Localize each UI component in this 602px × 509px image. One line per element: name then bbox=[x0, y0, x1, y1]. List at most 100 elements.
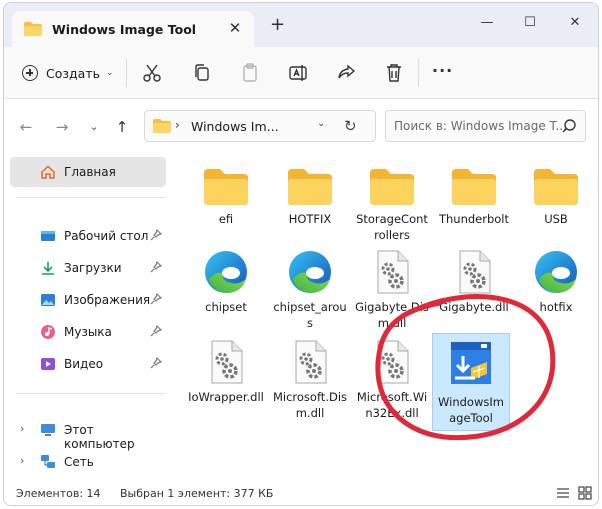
file-name: IoWrapper.dll bbox=[188, 390, 264, 404]
file-item[interactable]: Gigabyte.Dism.dll bbox=[354, 249, 430, 331]
settings-file-icon bbox=[459, 250, 491, 294]
file-item[interactable]: HOTFIX bbox=[272, 167, 348, 227]
sidebar-item-desktop[interactable]: Рабочий стол bbox=[10, 221, 166, 251]
close-icon[interactable]: ✕ bbox=[226, 19, 244, 37]
paste-icon[interactable] bbox=[238, 61, 262, 85]
address-row: ← → ⌄ ↑ › Windows Im... ⌄ ↻ Поиск в: Win… bbox=[4, 99, 598, 153]
file-item[interactable]: Microsoft.Win32Ex.dll bbox=[354, 339, 430, 421]
close-window-button[interactable]: ✕ bbox=[560, 13, 590, 33]
toolbar-divider bbox=[126, 59, 127, 87]
file-name: Microsoft.Dism.dll bbox=[272, 390, 348, 420]
pin-icon[interactable] bbox=[150, 261, 162, 273]
file-list: efi HOTFIX StorageControllers Thunderbolt US… bbox=[174, 153, 598, 477]
network-icon bbox=[41, 455, 55, 468]
file-item[interactable]: StorageControllers bbox=[354, 167, 430, 243]
large-icons-view-icon[interactable] bbox=[578, 486, 592, 500]
sidebar-item-label: Рабочий стол bbox=[64, 229, 149, 243]
file-name: chipset_arous bbox=[273, 300, 347, 330]
new-tab-button[interactable]: + bbox=[270, 16, 285, 34]
sidebar-item-label: Главная bbox=[64, 165, 116, 179]
file-name: USB bbox=[544, 212, 568, 226]
sidebar-item-music[interactable]: Музыка bbox=[10, 317, 166, 347]
settings-file-icon bbox=[295, 340, 327, 384]
more-options-icon[interactable]: ··· bbox=[432, 61, 453, 80]
sidebar-item-network[interactable]: › Сеть bbox=[10, 447, 166, 477]
pictures-icon bbox=[41, 294, 55, 306]
folder-icon bbox=[534, 169, 578, 205]
selection-info: Выбран 1 элемент: 377 КБ bbox=[120, 487, 274, 500]
sidebar-item-label: Загрузки bbox=[64, 261, 122, 275]
file-item[interactable]: Thunderbolt bbox=[436, 167, 512, 227]
settings-file-icon bbox=[377, 250, 409, 294]
plus-circle-icon bbox=[22, 65, 38, 81]
chevron-right-icon[interactable]: › bbox=[20, 422, 24, 435]
forward-arrow-icon[interactable]: → bbox=[52, 117, 72, 137]
command-bar: Создать ⌄ ··· bbox=[4, 47, 598, 99]
search-box[interactable]: Поиск в: Windows Image T... bbox=[385, 110, 586, 142]
chevron-down-icon: ⌄ bbox=[105, 68, 114, 78]
file-name: hotfix bbox=[539, 300, 573, 314]
copy-icon[interactable] bbox=[190, 61, 214, 85]
rename-icon[interactable] bbox=[286, 61, 310, 85]
pin-icon[interactable] bbox=[150, 357, 162, 369]
sidebar-item-downloads[interactable]: Загрузки bbox=[10, 253, 166, 283]
settings-file-icon bbox=[377, 340, 409, 384]
address-bar[interactable]: › Windows Im... ⌄ bbox=[144, 110, 376, 142]
sidebar-item-pictures[interactable]: Изображения bbox=[10, 285, 166, 315]
sidebar-divider bbox=[16, 197, 166, 198]
file-item[interactable]: IoWrapper.dll bbox=[188, 339, 264, 405]
details-view-icon[interactable] bbox=[556, 486, 570, 500]
edge-icon bbox=[289, 251, 331, 293]
file-name: efi bbox=[218, 212, 234, 226]
pin-icon[interactable] bbox=[150, 229, 162, 241]
folder-icon bbox=[24, 22, 42, 36]
delete-icon[interactable] bbox=[382, 61, 406, 85]
refresh-icon[interactable]: ↻ bbox=[344, 117, 357, 135]
tab-windows-image-tool[interactable]: Windows Image Tool ✕ bbox=[12, 11, 254, 47]
file-name: HOTFIX bbox=[288, 212, 332, 226]
file-item[interactable]: efi bbox=[188, 167, 264, 227]
file-item[interactable]: USB bbox=[518, 167, 594, 227]
chevron-down-icon[interactable]: ⌄ bbox=[317, 118, 325, 129]
file-name: chipset bbox=[205, 300, 247, 314]
file-item[interactable]: hotfix bbox=[518, 249, 594, 315]
explorer-window: Windows Image Tool ✕ + — ☐ ✕ Создать ⌄ ·… bbox=[3, 2, 599, 506]
sidebar-divider bbox=[16, 393, 166, 394]
sidebar-item-this-pc[interactable]: › Этот компьютер bbox=[10, 415, 166, 451]
chevron-right-icon[interactable]: › bbox=[20, 454, 24, 467]
file-item[interactable]: chipset bbox=[188, 249, 264, 315]
file-item[interactable]: chipset_arous bbox=[272, 249, 348, 331]
sidebar-item-label: Изображения bbox=[64, 293, 151, 307]
folder-icon bbox=[370, 169, 414, 205]
back-arrow-icon[interactable]: ← bbox=[16, 117, 36, 137]
folder-icon bbox=[153, 119, 171, 133]
search-placeholder: Поиск в: Windows Image T... bbox=[394, 119, 567, 133]
share-icon[interactable] bbox=[334, 61, 358, 85]
address-path: Windows Im... bbox=[191, 119, 279, 134]
sidebar-item-home[interactable]: Главная bbox=[10, 157, 166, 187]
sidebar-item-videos[interactable]: Видео bbox=[10, 349, 166, 379]
file-name: Gigabyte.dll bbox=[439, 300, 509, 314]
title-bar: Windows Image Tool ✕ + — ☐ ✕ bbox=[4, 3, 598, 47]
pin-icon[interactable] bbox=[150, 293, 162, 305]
cut-icon[interactable] bbox=[140, 61, 164, 85]
minimize-button[interactable]: — bbox=[472, 13, 502, 33]
create-button[interactable]: Создать ⌄ bbox=[22, 61, 114, 85]
download-icon bbox=[42, 262, 54, 275]
recent-locations-chevron-icon[interactable]: ⌄ bbox=[84, 117, 104, 137]
up-arrow-icon[interactable]: ↑ bbox=[112, 117, 132, 137]
navigation-pane: Главная Рабочий стол Загрузки Изображени… bbox=[4, 153, 174, 477]
item-count: Элементов: 14 bbox=[16, 487, 101, 500]
folder-icon bbox=[288, 169, 332, 205]
file-name: Thunderbolt bbox=[438, 212, 510, 226]
file-item[interactable]: Gigabyte.dll bbox=[436, 249, 512, 315]
status-bar: Элементов: 14 Выбран 1 элемент: 377 КБ bbox=[4, 481, 598, 505]
pin-icon[interactable] bbox=[150, 325, 162, 337]
chevron-right-icon: › bbox=[175, 118, 180, 132]
file-name: Gigabyte.Dism.dll bbox=[355, 300, 429, 330]
file-item[interactable]: Microsoft.Dism.dll bbox=[272, 339, 348, 421]
sidebar-item-label: Видео bbox=[64, 357, 104, 371]
maximize-button[interactable]: ☐ bbox=[515, 13, 545, 33]
file-item[interactable]: WindowsImageTool bbox=[432, 333, 510, 431]
tab-title: Windows Image Tool bbox=[52, 22, 197, 37]
